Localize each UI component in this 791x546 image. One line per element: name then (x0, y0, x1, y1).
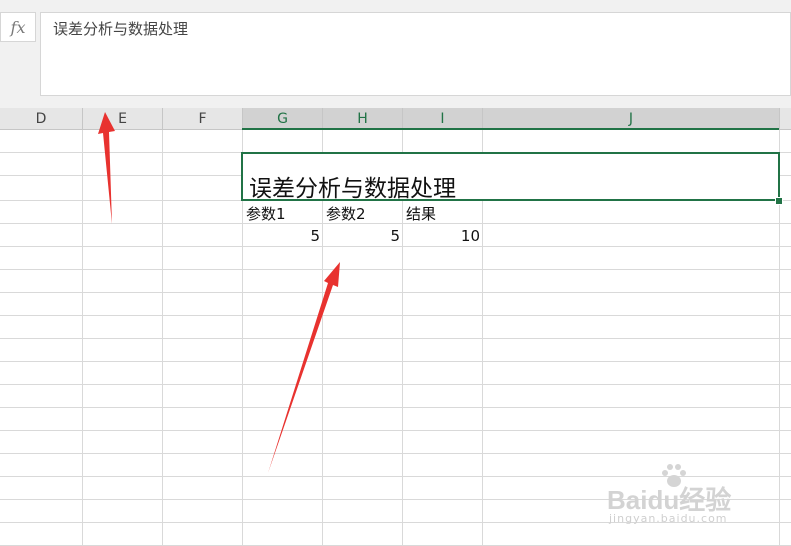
cell-h3[interactable]: 参数2 (326, 203, 366, 224)
watermark-url: jingyan.baidu.com (609, 512, 728, 525)
gridline (0, 338, 791, 339)
column-header-j[interactable]: J (483, 108, 780, 129)
column-header-e[interactable]: E (83, 108, 163, 129)
annotation-arrow-diagonal (268, 262, 340, 473)
fill-handle[interactable] (775, 197, 783, 205)
gridline (0, 407, 791, 408)
insert-function-button[interactable]: fx (0, 12, 36, 42)
gridline (0, 246, 791, 247)
gridline (0, 223, 791, 224)
gridline (0, 315, 791, 316)
cell-i3[interactable]: 结果 (406, 203, 436, 224)
cell-h4[interactable]: 5 (323, 227, 400, 245)
gridline (0, 384, 791, 385)
formula-input[interactable]: 误差分析与数据处理 (40, 12, 791, 96)
column-header-i[interactable]: I (403, 108, 483, 129)
gridline (0, 361, 791, 362)
column-header-d[interactable]: D (0, 108, 83, 129)
cell-g4[interactable]: 5 (243, 227, 320, 245)
column-header-h[interactable]: H (323, 108, 403, 129)
cell-g3[interactable]: 参数1 (246, 203, 286, 224)
sheet-title: 误差分析与数据处理 (249, 176, 456, 202)
cell-i4[interactable]: 10 (403, 227, 480, 245)
gridline (0, 269, 791, 270)
formula-bar: fx 误差分析与数据处理 (0, 0, 791, 108)
merged-title-cell[interactable]: 误差分析与数据处理 (241, 152, 780, 202)
column-header-f[interactable]: F (163, 108, 243, 129)
gridline (0, 430, 791, 431)
gridline (0, 453, 791, 454)
column-header-row: D E F G H I J (0, 108, 791, 130)
column-header-g[interactable]: G (243, 108, 323, 129)
gridline (0, 292, 791, 293)
fx-icon: fx (10, 17, 26, 37)
